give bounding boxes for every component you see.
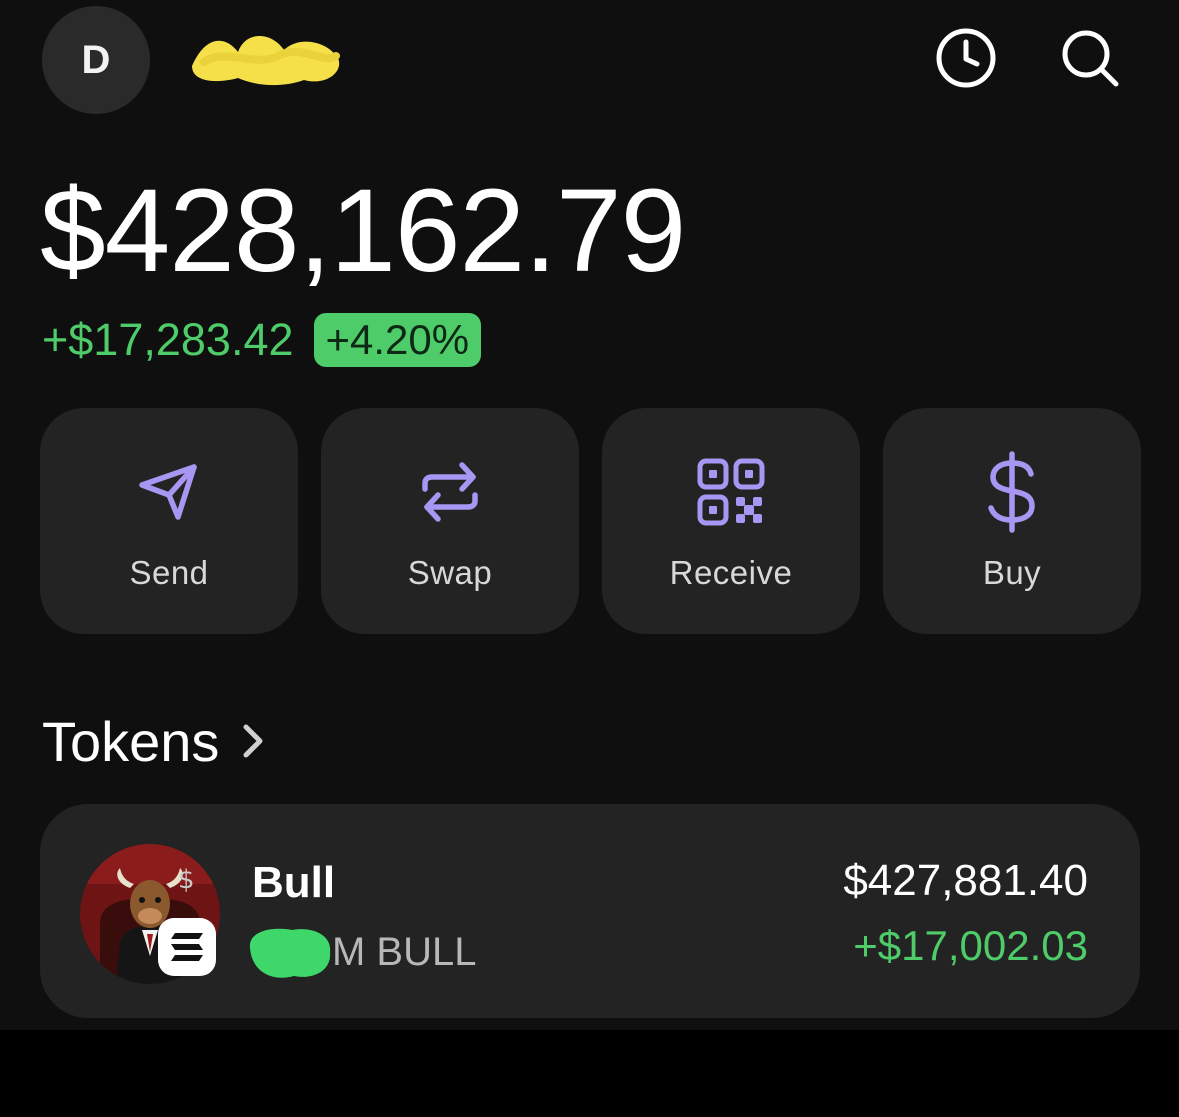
change-percent-badge: +4.20% (313, 313, 482, 367)
total-balance: $428,162.79 (40, 165, 686, 297)
account-name[interactable] (186, 26, 346, 92)
send-icon (139, 464, 197, 520)
balance-change: +$17,283.42 +4.20% (42, 312, 482, 368)
token-name: Bull (252, 858, 336, 907)
wallet-screen: D $428,162.79 +$17,283.42 +4.20% Send Sw… (0, 0, 1179, 1030)
search-button[interactable] (1058, 26, 1122, 90)
token-change: +$17,002.03 (853, 922, 1088, 969)
search-icon (1062, 30, 1119, 87)
avatar-initial: D (81, 37, 111, 82)
chevron-right-icon (243, 724, 263, 758)
token-row[interactable]: $ Bull M BULL $427,881.40 +$17,002.03 (40, 804, 1140, 1018)
clock-icon (936, 28, 996, 88)
bottom-bar (0, 1030, 1179, 1117)
buy-label: Buy (982, 554, 1042, 591)
tokens-title: Tokens (42, 709, 220, 773)
svg-text:$: $ (178, 865, 195, 895)
redaction-blob (249, 928, 331, 978)
send-label: Send (129, 554, 209, 591)
redaction-scribble (192, 36, 340, 86)
swap-icon (422, 462, 478, 522)
token-subtitle: M BULL (244, 922, 477, 982)
account-avatar[interactable]: D (42, 6, 150, 114)
solana-icon (158, 918, 216, 976)
change-amount: +$17,283.42 (42, 314, 294, 365)
receive-label: Receive (669, 554, 793, 591)
token-subtitle-text: M BULL (332, 929, 477, 974)
dollar-icon (988, 451, 1035, 533)
action-buttons: Send Swap Receive Buy (40, 408, 1141, 634)
buy-button[interactable]: Buy (883, 408, 1141, 634)
tokens-section-link[interactable]: Tokens (42, 708, 265, 774)
qr-code-icon (697, 458, 765, 526)
swap-button[interactable]: Swap (321, 408, 579, 634)
history-button[interactable] (934, 26, 998, 90)
send-button[interactable]: Send (40, 408, 298, 634)
receive-button[interactable]: Receive (602, 408, 860, 634)
token-value: $427,881.40 (843, 856, 1088, 905)
swap-label: Swap (407, 554, 493, 591)
